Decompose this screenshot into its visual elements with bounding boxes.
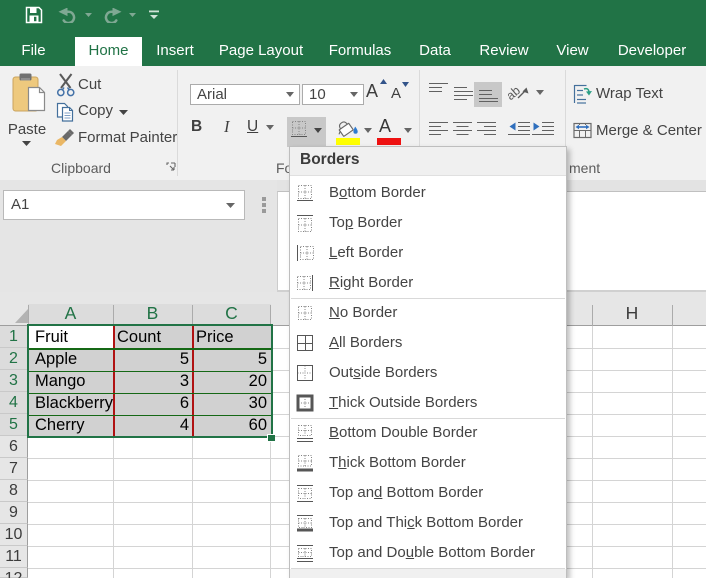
svg-text:ab: ab xyxy=(508,83,523,102)
